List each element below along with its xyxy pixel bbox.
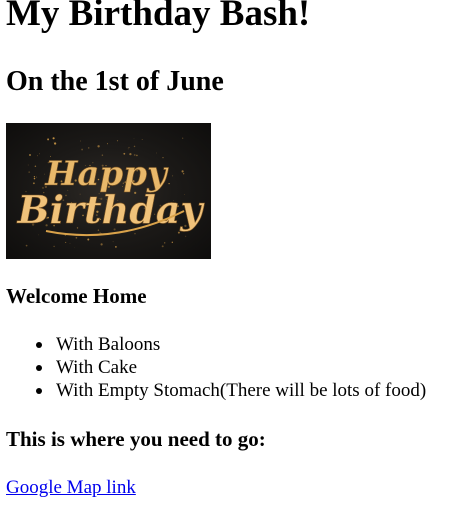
list-item-label: With Cake — [56, 357, 138, 378]
sparkle-dot — [33, 176, 36, 178]
sparkle-dot — [80, 140, 81, 142]
banner-line-birthday: Birthday — [16, 187, 205, 232]
bullet-icon — [36, 388, 42, 394]
sparkle-dot — [115, 246, 117, 248]
directions-heading: This is where you need to go: — [6, 427, 266, 451]
sparkle-dot — [133, 145, 136, 148]
bullet-icon — [36, 342, 42, 348]
sparkle-dot — [32, 182, 35, 185]
sparkle-dot — [99, 232, 101, 234]
list-item-label: With Empty Stomach(There will be lots of… — [56, 380, 427, 401]
birthday-banner-graphic: Happy Birthday — [16, 137, 206, 249]
list-item: With Baloons — [6, 333, 426, 356]
sparkle-dot — [27, 164, 29, 166]
sparkle-dot — [65, 241, 67, 243]
sparkle-dot — [47, 138, 50, 141]
sparkle-dot — [127, 148, 129, 150]
sparkle-dot — [52, 137, 55, 140]
sparkle-dot — [182, 173, 185, 175]
sparkle-dot — [87, 238, 90, 241]
sparkle-dot — [185, 235, 187, 237]
sparkle-dot — [53, 141, 55, 143]
sparkle-dot — [112, 241, 114, 243]
sparkle-dot — [38, 234, 40, 236]
sparkle-dot — [164, 242, 166, 244]
sparkle-dot — [37, 155, 38, 157]
page-title: My Birthday Bash! — [6, 0, 311, 34]
sparkle-dot — [33, 177, 36, 180]
sparkle-dot — [81, 148, 84, 151]
sparkle-dot — [75, 236, 78, 239]
list-item-label: With Baloons — [56, 334, 161, 355]
sparkle-dot — [39, 153, 40, 155]
list-item: With Cake — [6, 356, 426, 379]
sparkle-dot — [69, 242, 71, 244]
google-map-link[interactable]: Google Map link — [6, 476, 136, 499]
birthday-banner-image: Happy Birthday — [6, 123, 211, 259]
sparkle-dot — [134, 233, 136, 235]
sparkle-dot — [87, 147, 90, 149]
sparkle-dot — [53, 142, 57, 145]
sparkle-dot — [116, 140, 119, 142]
sparkle-dot — [182, 137, 184, 139]
welcome-heading: Welcome Home — [6, 284, 147, 308]
sparkle-dot — [161, 245, 164, 248]
sparkle-dot — [171, 241, 173, 243]
sparkle-dot — [181, 170, 184, 173]
sparkle-dot — [36, 176, 38, 178]
sparkle-dot — [168, 182, 170, 185]
sparkle-dot — [74, 247, 75, 249]
sparkle-dot — [25, 244, 28, 247]
sparkle-dot — [97, 145, 100, 148]
welcome-list: With Baloons With Cake With Empty Stomac… — [6, 333, 426, 402]
sparkle-dot — [29, 154, 31, 156]
sparkle-dot — [172, 175, 174, 177]
sparkle-dot — [34, 165, 37, 167]
sparkle-dot — [53, 245, 55, 248]
sparkle-dot — [28, 171, 31, 173]
sparkle-dot — [133, 138, 135, 140]
list-item: With Empty Stomach(There will be lots of… — [6, 379, 426, 402]
sparkle-dot — [100, 243, 103, 246]
sparkle-dot — [106, 143, 109, 145]
sparkle-dot — [128, 146, 130, 149]
page-subtitle: On the 1st of June — [6, 66, 224, 97]
sparkle-dot — [141, 139, 143, 141]
bullet-icon — [36, 365, 42, 371]
